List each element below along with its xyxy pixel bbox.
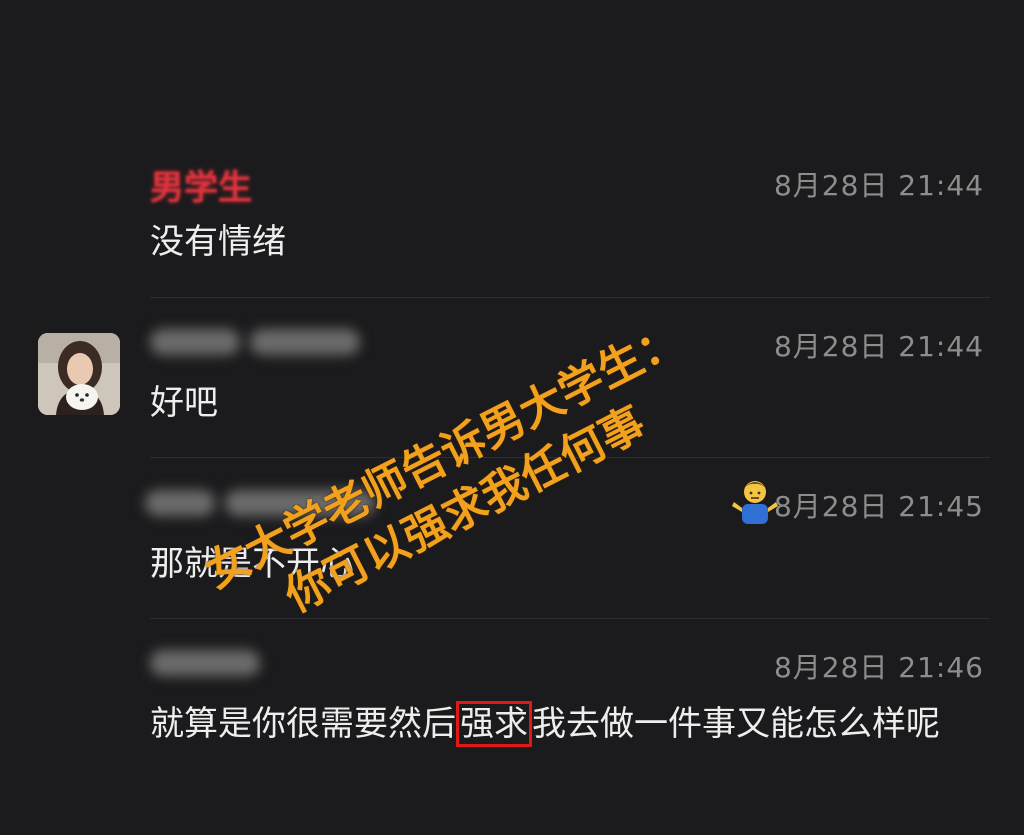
avatar-image bbox=[38, 333, 120, 415]
chat-thread: 男学生 8月28日 21:44 没有情绪 8月28日 21:44 好吧 8月28… bbox=[0, 0, 1024, 835]
person-shrugging-icon bbox=[732, 481, 778, 524]
highlight-box: 强求 bbox=[456, 701, 532, 747]
avatar[interactable] bbox=[38, 333, 120, 415]
message-divider bbox=[150, 297, 990, 298]
message-timestamp: 8月28日 21:44 bbox=[773, 330, 984, 363]
sender-name: 男学生 bbox=[150, 168, 252, 208]
message-text-part: 就算是你很需要然后 bbox=[150, 704, 456, 744]
overlay-caption: 女大学老师告诉男大学生： 你可以强求我任何事 bbox=[196, 310, 719, 653]
message-text: 没有情绪 bbox=[150, 222, 286, 262]
message-text: 就算是你很需要然后 强求 我去做一件事又能怎么样呢 bbox=[150, 698, 970, 750]
message-text-part: 我去做一件事又能怎么样呢 bbox=[532, 704, 940, 744]
message-timestamp: 8月28日 21:46 bbox=[773, 651, 984, 684]
message-timestamp: 8月28日 21:45 bbox=[773, 490, 984, 523]
sender-name-redacted bbox=[150, 650, 270, 676]
message-timestamp: 8月28日 21:44 bbox=[773, 169, 984, 202]
sender-name-redacted bbox=[150, 329, 370, 355]
